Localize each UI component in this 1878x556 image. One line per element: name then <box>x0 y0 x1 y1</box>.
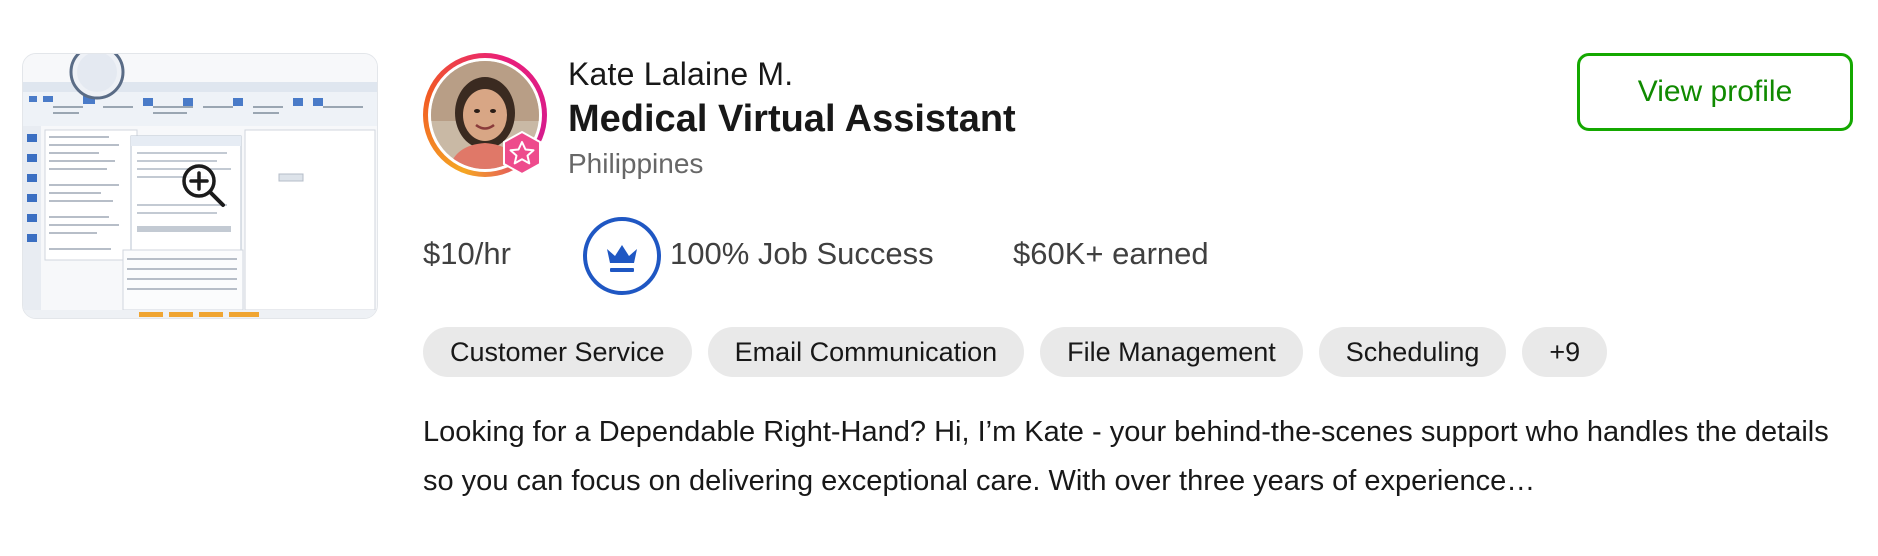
stats-row: $10/hr 100% Job Success $60K+ earned <box>423 216 1323 296</box>
portfolio-thumbnail[interactable] <box>22 53 378 319</box>
freelancer-title[interactable]: Medical Virtual Assistant <box>568 98 1016 141</box>
freelancer-name[interactable]: Kate Lalaine M. <box>568 56 793 93</box>
view-profile-button[interactable]: View profile <box>1577 53 1853 131</box>
hourly-rate: $10/hr <box>423 236 511 271</box>
skill-chip-email-communication[interactable]: Email Communication <box>707 327 1025 377</box>
zoom-in-icon[interactable] <box>179 161 227 209</box>
skill-chip-customer-service[interactable]: Customer Service <box>423 327 692 377</box>
star-badge-icon <box>503 130 541 176</box>
skill-chip-scheduling[interactable]: Scheduling <box>1318 327 1507 377</box>
freelancer-card: Kate Lalaine M. Medical Virtual Assistan… <box>0 0 1878 556</box>
skill-chip-file-management[interactable]: File Management <box>1040 327 1303 377</box>
total-earned: $60K+ earned <box>1013 236 1209 271</box>
profile-description: Looking for a Dependable Right-Hand? Hi,… <box>423 416 1829 497</box>
skills-list: Customer Service Email Communication Fil… <box>423 327 1608 377</box>
more-skills-chip[interactable]: +9 <box>1522 327 1608 377</box>
freelancer-location: Philippines <box>568 148 704 179</box>
job-success-score: 100% Job Success <box>670 236 934 271</box>
top-rated-crown-icon <box>583 217 661 295</box>
